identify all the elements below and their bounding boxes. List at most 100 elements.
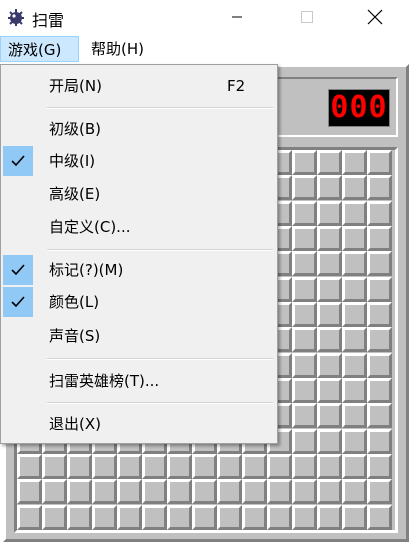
minefield-cell[interactable] [367,377,392,403]
minefield-cell[interactable] [317,403,342,429]
minefield-cell[interactable] [42,479,67,505]
minefield-cell[interactable] [167,479,192,505]
minefield-cell[interactable] [342,276,367,302]
minefield-cell[interactable] [367,352,392,378]
minefield-cell[interactable] [142,479,167,505]
minefield-cell[interactable] [317,479,342,505]
minimize-button[interactable] [214,0,260,34]
minefield-cell[interactable] [192,479,217,505]
minefield-cell[interactable] [267,453,292,479]
minefield-cell[interactable] [367,403,392,429]
minefield-cell[interactable] [367,150,392,175]
minefield-cell[interactable] [317,276,342,302]
minefield-cell[interactable] [42,453,67,479]
minefield-cell[interactable] [67,479,92,505]
minefield-cell[interactable] [342,251,367,277]
minefield-cell[interactable] [217,504,242,530]
minefield-cell[interactable] [367,251,392,277]
menu-item-new-game[interactable]: 开局(N) F2 [1,71,277,101]
minefield-cell[interactable] [367,225,392,251]
minefield-cell[interactable] [342,453,367,479]
minefield-cell[interactable] [92,479,117,505]
minefield-cell[interactable] [367,479,392,505]
minefield-cell[interactable] [367,453,392,479]
minefield-cell[interactable] [292,327,317,353]
minefield-cell[interactable] [142,504,167,530]
minefield-cell[interactable] [217,453,242,479]
minefield-cell[interactable] [317,225,342,251]
minefield-cell[interactable] [92,504,117,530]
minefield-cell[interactable] [292,428,317,454]
minefield-cell[interactable] [367,200,392,226]
menu-item-exit[interactable]: 退出(X) [1,409,277,439]
menu-game[interactable]: 游戏(G) [0,36,79,62]
minefield-cell[interactable] [242,479,267,505]
minefield-cell[interactable] [17,453,42,479]
minefield-cell[interactable] [367,301,392,327]
minefield-cell[interactable] [317,327,342,353]
minefield-cell[interactable] [192,453,217,479]
minefield-cell[interactable] [117,479,142,505]
menu-item-marks[interactable]: 标记(?)(M) [1,255,277,285]
minefield-cell[interactable] [292,251,317,277]
minefield-cell[interactable] [342,200,367,226]
minefield-cell[interactable] [292,453,317,479]
minefield-cell[interactable] [342,403,367,429]
minefield-cell[interactable] [292,377,317,403]
minefield-cell[interactable] [92,453,117,479]
minefield-cell[interactable] [367,327,392,353]
minefield-cell[interactable] [317,301,342,327]
minefield-cell[interactable] [217,479,242,505]
minefield-cell[interactable] [367,175,392,201]
minefield-cell[interactable] [317,377,342,403]
menu-item-color[interactable]: 颜色(L) [1,287,277,317]
minefield-cell[interactable] [342,479,367,505]
minefield-cell[interactable] [342,504,367,530]
minefield-cell[interactable] [292,200,317,226]
minefield-cell[interactable] [292,175,317,201]
minefield-cell[interactable] [317,175,342,201]
minefield-cell[interactable] [242,504,267,530]
minefield-cell[interactable] [317,352,342,378]
minefield-cell[interactable] [317,150,342,175]
minefield-cell[interactable] [367,276,392,302]
minefield-cell[interactable] [342,327,367,353]
minefield-cell[interactable] [117,453,142,479]
menu-item-intermediate[interactable]: 中级(I) [1,146,277,176]
minefield-cell[interactable] [17,479,42,505]
minefield-cell[interactable] [342,225,367,251]
minefield-cell[interactable] [42,504,67,530]
minefield-cell[interactable] [292,276,317,302]
close-button[interactable] [352,0,398,34]
minefield-cell[interactable] [292,352,317,378]
minefield-cell[interactable] [317,251,342,277]
minefield-cell[interactable] [342,377,367,403]
minefield-cell[interactable] [267,479,292,505]
minefield-cell[interactable] [17,504,42,530]
minefield-cell[interactable] [292,504,317,530]
minefield-cell[interactable] [117,504,142,530]
minefield-cell[interactable] [342,352,367,378]
maximize-button[interactable] [284,0,330,34]
menu-item-beginner[interactable]: 初级(B) [1,114,277,144]
menu-item-sound[interactable]: 声音(S) [1,321,277,351]
minefield-cell[interactable] [142,453,167,479]
minefield-cell[interactable] [342,301,367,327]
minefield-cell[interactable] [192,504,217,530]
minefield-cell[interactable] [292,403,317,429]
minefield-cell[interactable] [342,150,367,175]
menu-item-expert[interactable]: 高级(E) [1,179,277,209]
minefield-cell[interactable] [167,504,192,530]
minefield-cell[interactable] [242,453,267,479]
minefield-cell[interactable] [342,428,367,454]
minefield-cell[interactable] [317,428,342,454]
minefield-cell[interactable] [317,200,342,226]
minefield-cell[interactable] [367,428,392,454]
minefield-cell[interactable] [367,504,392,530]
minefield-cell[interactable] [317,504,342,530]
minefield-cell[interactable] [342,175,367,201]
minefield-cell[interactable] [292,225,317,251]
menu-item-best-times[interactable]: 扫雷英雄榜(T)... [1,366,277,396]
minefield-cell[interactable] [317,453,342,479]
minefield-cell[interactable] [67,504,92,530]
